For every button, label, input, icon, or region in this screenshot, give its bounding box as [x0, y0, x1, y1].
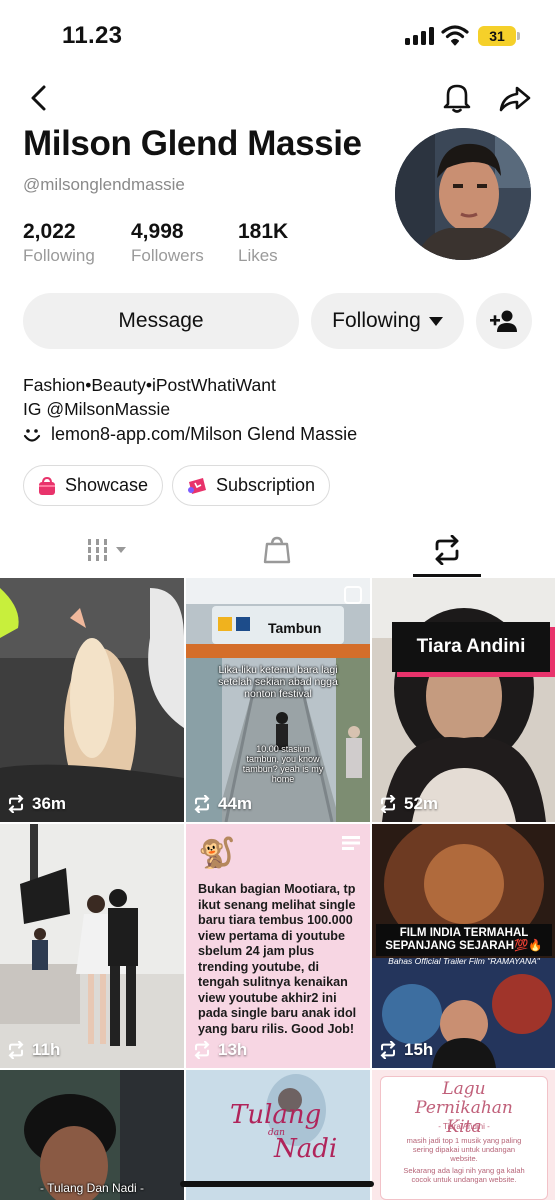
- post-text: Bukan bagian Mootiara, tp ikut senang me…: [198, 882, 357, 1036]
- add-user-icon: [490, 310, 517, 332]
- showcase-label: Showcase: [65, 475, 149, 495]
- tab-videos[interactable]: [68, 528, 148, 572]
- grid-item[interactable]: Tiara Andini 52m: [372, 578, 555, 822]
- repost-count-text: 36m: [32, 794, 67, 813]
- stat-label: Following: [23, 246, 95, 265]
- bio-line: Fashion•Beauty•iPostWhatiWant: [23, 375, 276, 395]
- stat-following[interactable]: 2,022 Following: [23, 220, 95, 266]
- message-button[interactable]: Message: [23, 293, 299, 349]
- stat-value: 4,998: [131, 220, 184, 243]
- title-script-line2: Nadi: [274, 1134, 338, 1164]
- video-thumbnail: [372, 578, 555, 822]
- add-friend-button[interactable]: [476, 293, 532, 349]
- videos-grid-icon: [88, 539, 126, 561]
- invitation-body: masih jadi top 1 musik yang paling serin…: [406, 1136, 522, 1163]
- tab-shop[interactable]: [237, 528, 317, 572]
- grid-item[interactable]: Lagu Pernikahan Kita - Tiara Andini - ma…: [372, 1070, 555, 1200]
- wifi-icon: [441, 25, 469, 46]
- stat-value: 181K: [238, 220, 289, 243]
- video-thumbnail: [186, 578, 370, 822]
- tab-reposts[interactable]: [407, 528, 487, 572]
- repost-icon: [194, 1041, 210, 1059]
- invitation-artist: - Tiara Andini -: [438, 1122, 490, 1131]
- shop-bag-icon: [263, 536, 291, 564]
- repost-count-text: 13h: [218, 1040, 248, 1059]
- stat-value: 2,022: [23, 220, 76, 243]
- multi-image-icon: [344, 586, 362, 604]
- video-caption-secondary: 10.00 stasiun tambun, you know tambun? y…: [242, 744, 324, 784]
- following-button[interactable]: Following: [311, 293, 464, 349]
- repost-count: 11h: [6, 1040, 60, 1060]
- caret-down-icon: [428, 316, 443, 326]
- share-icon[interactable]: [498, 82, 532, 114]
- shopping-bag-icon: [39, 476, 55, 495]
- station-sign: Tambun: [268, 620, 322, 636]
- grid-item[interactable]: - Tulang Dan Nadi -: [0, 1070, 184, 1200]
- repost-icon: [435, 535, 459, 565]
- repost-count-text: 11h: [32, 1040, 61, 1059]
- grid-item[interactable]: FILM INDIA TERMAHAL SEPANJANG SEJARAH💯🔥 …: [372, 824, 555, 1068]
- bell-icon[interactable]: [441, 80, 473, 114]
- message-button-label: Message: [118, 309, 204, 332]
- lemon8-link-icon: [23, 428, 41, 442]
- repost-icon: [194, 795, 210, 813]
- grid-item[interactable]: Tambun Lika-liku ketemu bara lagi setela…: [186, 578, 370, 822]
- repost-icon: [8, 795, 24, 813]
- title-script-line1: Tulang: [230, 1100, 322, 1130]
- stat-label: Followers: [131, 246, 204, 265]
- video-thumbnail: [0, 578, 184, 822]
- repost-count: 52m: [378, 794, 438, 814]
- repost-count-text: 52m: [404, 794, 439, 813]
- home-indicator: [180, 1181, 374, 1187]
- video-caption: - Tulang Dan Nadi -: [39, 1181, 145, 1195]
- profile-link[interactable]: lemon8-app.com/Milson Glend Massie: [23, 424, 357, 445]
- bio-line: IG @MilsonMassie: [23, 399, 171, 419]
- profile-avatar[interactable]: [395, 128, 531, 260]
- video-subheadline: Bahas Official Trailer Film "RAMAYANA": [388, 956, 540, 966]
- invitation-body-secondary: Sekarang ada lagi nih yang ga kalah coco…: [403, 1166, 525, 1184]
- repost-count: 44m: [192, 794, 252, 814]
- profile-handle: @milsonglendmassie: [23, 175, 185, 194]
- text-post-icon: [342, 836, 360, 850]
- repost-count: 13h: [192, 1040, 247, 1060]
- stat-followers[interactable]: 4,998 Followers: [131, 220, 204, 266]
- subscription-label: Subscription: [216, 475, 316, 495]
- showcase-chip[interactable]: Showcase: [23, 465, 164, 506]
- title-banner: Tiara Andini: [392, 622, 550, 672]
- subscription-chip[interactable]: Subscription: [172, 465, 331, 506]
- repost-grid: 36m Tambun Lika-liku ketemu bara lagi se…: [0, 578, 555, 1200]
- grid-item[interactable]: 11h: [0, 824, 184, 1068]
- subscription-icon: [188, 477, 206, 494]
- grid-item[interactable]: 36m: [0, 578, 184, 822]
- repost-icon: [8, 1041, 24, 1059]
- back-arrow-icon[interactable]: [24, 82, 54, 114]
- repost-count-text: 44m: [218, 794, 253, 813]
- cellular-signal-icon: [405, 27, 435, 45]
- repost-count: 36m: [6, 794, 66, 814]
- stat-likes[interactable]: 181K Likes: [238, 220, 288, 266]
- active-tab-indicator: [413, 574, 481, 577]
- profile-link-text: lemon8-app.com/Milson Glend Massie: [51, 424, 358, 444]
- status-time: 11.23: [62, 22, 123, 49]
- battery-indicator: 31: [478, 26, 520, 46]
- status-bar: 11.23 31: [0, 0, 555, 70]
- video-thumbnail: [0, 824, 184, 1068]
- repost-count-text: 15h: [404, 1040, 434, 1059]
- following-button-label: Following: [332, 309, 421, 332]
- video-headline: FILM INDIA TERMAHAL SEPANJANG SEJARAH💯🔥: [376, 924, 552, 956]
- repost-count: 15h: [378, 1040, 433, 1060]
- monkey-emoji-icon: 🐒: [198, 837, 236, 870]
- grid-item[interactable]: 🐒 Bukan bagian Mootiara, tp ikut senang …: [186, 824, 370, 1068]
- stat-label: Likes: [238, 246, 278, 265]
- profile-name: Milson Glend Massie: [23, 124, 362, 163]
- repost-icon: [380, 1041, 396, 1059]
- repost-icon: [380, 795, 396, 813]
- video-caption: Lika-liku ketemu bara lagi setelah sekia…: [218, 664, 338, 700]
